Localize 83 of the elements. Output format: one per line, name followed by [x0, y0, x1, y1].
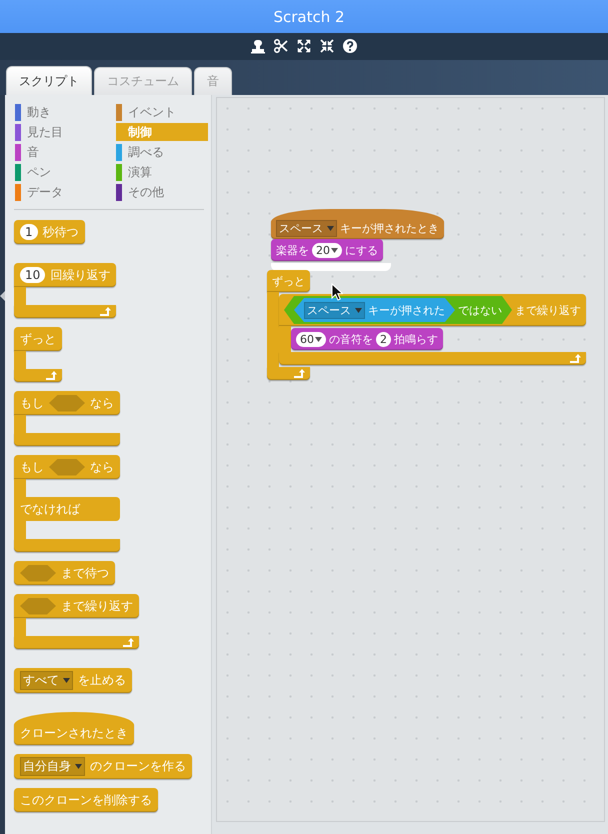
c-block-top[interactable]: ずっと — [14, 327, 62, 351]
block-label: でなければ — [20, 500, 80, 518]
category-item[interactable]: イベント — [116, 103, 208, 121]
dropdown-menu[interactable]: スペース — [276, 220, 337, 236]
category-item[interactable]: その他 — [116, 183, 208, 201]
scissors-icon[interactable] — [274, 39, 288, 54]
category-item[interactable]: 演算 — [116, 163, 208, 181]
stamp-icon[interactable] — [251, 39, 265, 54]
c-block-top[interactable]: まで繰り返す — [14, 594, 139, 618]
dropdown-menu[interactable]: すべて — [20, 671, 73, 690]
tab[interactable]: スクリプト — [6, 66, 92, 95]
shrink-icon[interactable] — [320, 39, 334, 54]
caret-icon — [75, 764, 82, 769]
loop-arrow-icon — [123, 638, 135, 647]
block-label: 回繰り返す — [50, 266, 110, 284]
caret-icon — [331, 248, 338, 252]
tab[interactable]: 音 — [194, 67, 232, 95]
caret-icon — [63, 678, 70, 683]
code-block[interactable]: このクローンを削除する — [14, 788, 158, 812]
hat-block[interactable]: クローンされたとき — [14, 712, 134, 745]
block-label: キーが押された — [368, 302, 445, 318]
window-title: Scratch 2 — [272, 8, 345, 26]
block-label: のクローンを作る — [90, 758, 186, 775]
block-label: まで繰り返す — [515, 302, 581, 318]
number-input[interactable]: 1 — [20, 224, 38, 240]
caret-icon — [355, 308, 362, 312]
loop-arrow-icon — [46, 371, 58, 380]
code-block[interactable]: まで待つ — [14, 561, 115, 585]
c-block-top[interactable]: もし なら — [14, 455, 120, 479]
block-label: キーが押されたとき — [340, 220, 439, 236]
block-label: もし — [20, 458, 44, 476]
tab[interactable]: コスチューム — [94, 67, 192, 95]
category-item[interactable]: データ — [15, 183, 116, 201]
dropdown-menu[interactable]: 自分自身 — [20, 757, 85, 776]
category-item[interactable]: 音 — [15, 143, 116, 161]
block-label: なら — [90, 458, 114, 476]
hat-block[interactable]: スペース キーが押されたとき — [271, 209, 444, 239]
category-item[interactable]: 見た目 — [15, 123, 116, 141]
help-icon[interactable] — [343, 39, 357, 54]
category-item[interactable]: 動き — [15, 103, 116, 121]
c-block-top[interactable]: 10 回繰り返す — [14, 263, 116, 287]
block-label: ずっと — [20, 330, 56, 348]
code-block[interactable]: 60 の音符を 2 拍鳴らす — [291, 328, 443, 350]
caret-icon — [315, 336, 322, 342]
block-label: このクローンを削除する — [20, 792, 152, 808]
number-input[interactable]: 2 — [376, 332, 391, 346]
block-label: ではない — [458, 302, 502, 318]
code-block[interactable]: 楽器を 20 にする — [271, 239, 383, 261]
c-block-top[interactable]: もし なら — [14, 391, 120, 415]
caret-icon — [327, 226, 334, 230]
code-block[interactable]: すべて を止める — [14, 668, 132, 693]
dropdown-menu[interactable]: スペース — [304, 302, 365, 318]
number-dropdown[interactable]: 20 — [312, 242, 342, 258]
block-label: 楽器を — [276, 242, 309, 258]
category-item[interactable]: ペン — [15, 163, 116, 181]
block-label: にする — [345, 242, 378, 258]
c-block-top[interactable]: ずっと — [267, 270, 310, 292]
collapse-arrow-icon[interactable] — [0, 291, 5, 301]
block-label: 秒待つ — [42, 224, 79, 240]
number-input[interactable]: 10 — [20, 267, 46, 283]
block-label: まで待つ — [61, 564, 109, 582]
block-label: の音符を — [329, 332, 373, 346]
block-label: クローンされたとき — [20, 724, 128, 742]
block-label: なら — [90, 394, 114, 412]
condition-block[interactable]: スペース キーが押された — [294, 298, 455, 322]
block-label: まで繰り返す — [61, 598, 133, 614]
loop-arrow-icon — [294, 369, 306, 378]
block-label: を止める — [78, 672, 126, 689]
code-block[interactable]: 1 秒待つ — [14, 220, 85, 244]
cursor-icon — [331, 283, 343, 301]
block-label: もし — [20, 394, 44, 412]
block-label: 拍鳴らす — [394, 332, 438, 346]
loop-arrow-icon — [100, 307, 112, 316]
loop-arrow-icon — [570, 354, 582, 363]
c-block-top[interactable]: スペース キーが押された ではない まで繰り返す — [279, 294, 586, 326]
grow-icon[interactable] — [297, 39, 311, 54]
number-dropdown[interactable]: 60 — [296, 332, 326, 346]
category-item[interactable]: 制御 — [116, 123, 208, 141]
c-block-arm — [14, 415, 26, 433]
block-label: ずっと — [272, 274, 305, 288]
code-block[interactable]: 自分自身 のクローンを作る — [14, 754, 192, 779]
condition-block[interactable]: スペース キーが押された ではない — [284, 296, 512, 324]
category-item[interactable]: 調べる — [116, 143, 208, 161]
